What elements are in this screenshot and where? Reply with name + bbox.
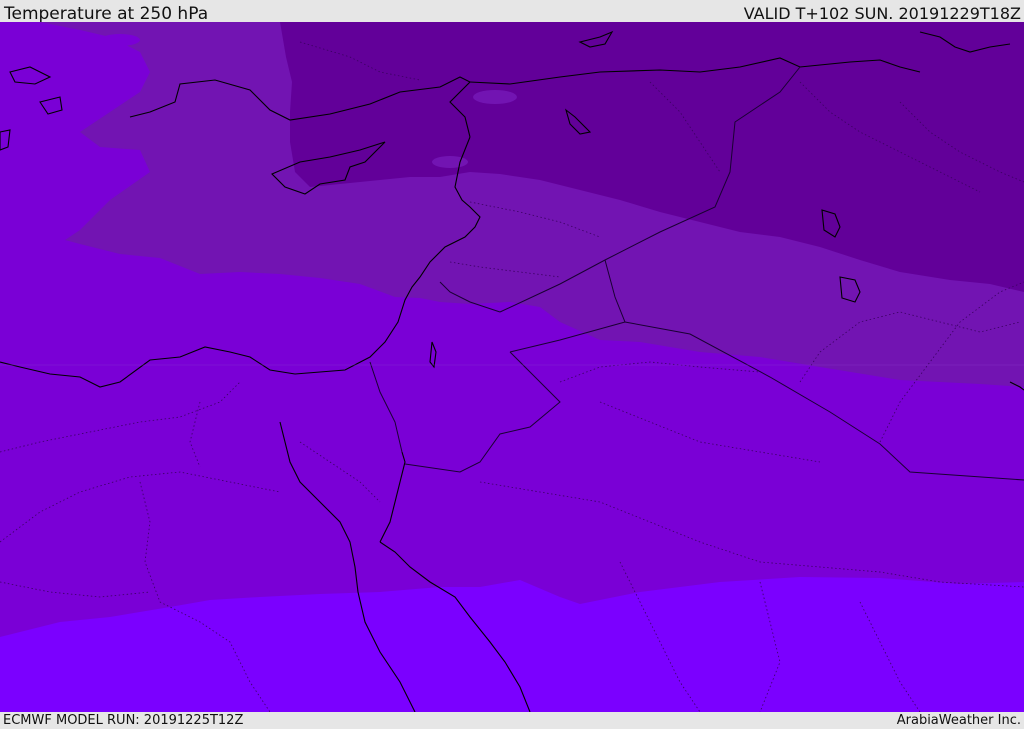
temperature-map[interactable] <box>0 22 1024 712</box>
temperature-patch <box>432 156 468 168</box>
footer-bar: ECMWF MODEL RUN: 20191225T12Z ArabiaWeat… <box>0 712 1024 729</box>
temperature-patch <box>100 34 140 46</box>
credit-label: ArabiaWeather Inc. <box>896 713 1021 728</box>
header-bar: Temperature at 250 hPa VALID T+102 SUN. … <box>0 0 1024 24</box>
model-run-label: ECMWF MODEL RUN: 20191225T12Z <box>3 713 244 728</box>
temperature-patch <box>473 90 517 104</box>
map-viewer: Temperature at 250 hPa VALID T+102 SUN. … <box>0 0 1024 729</box>
